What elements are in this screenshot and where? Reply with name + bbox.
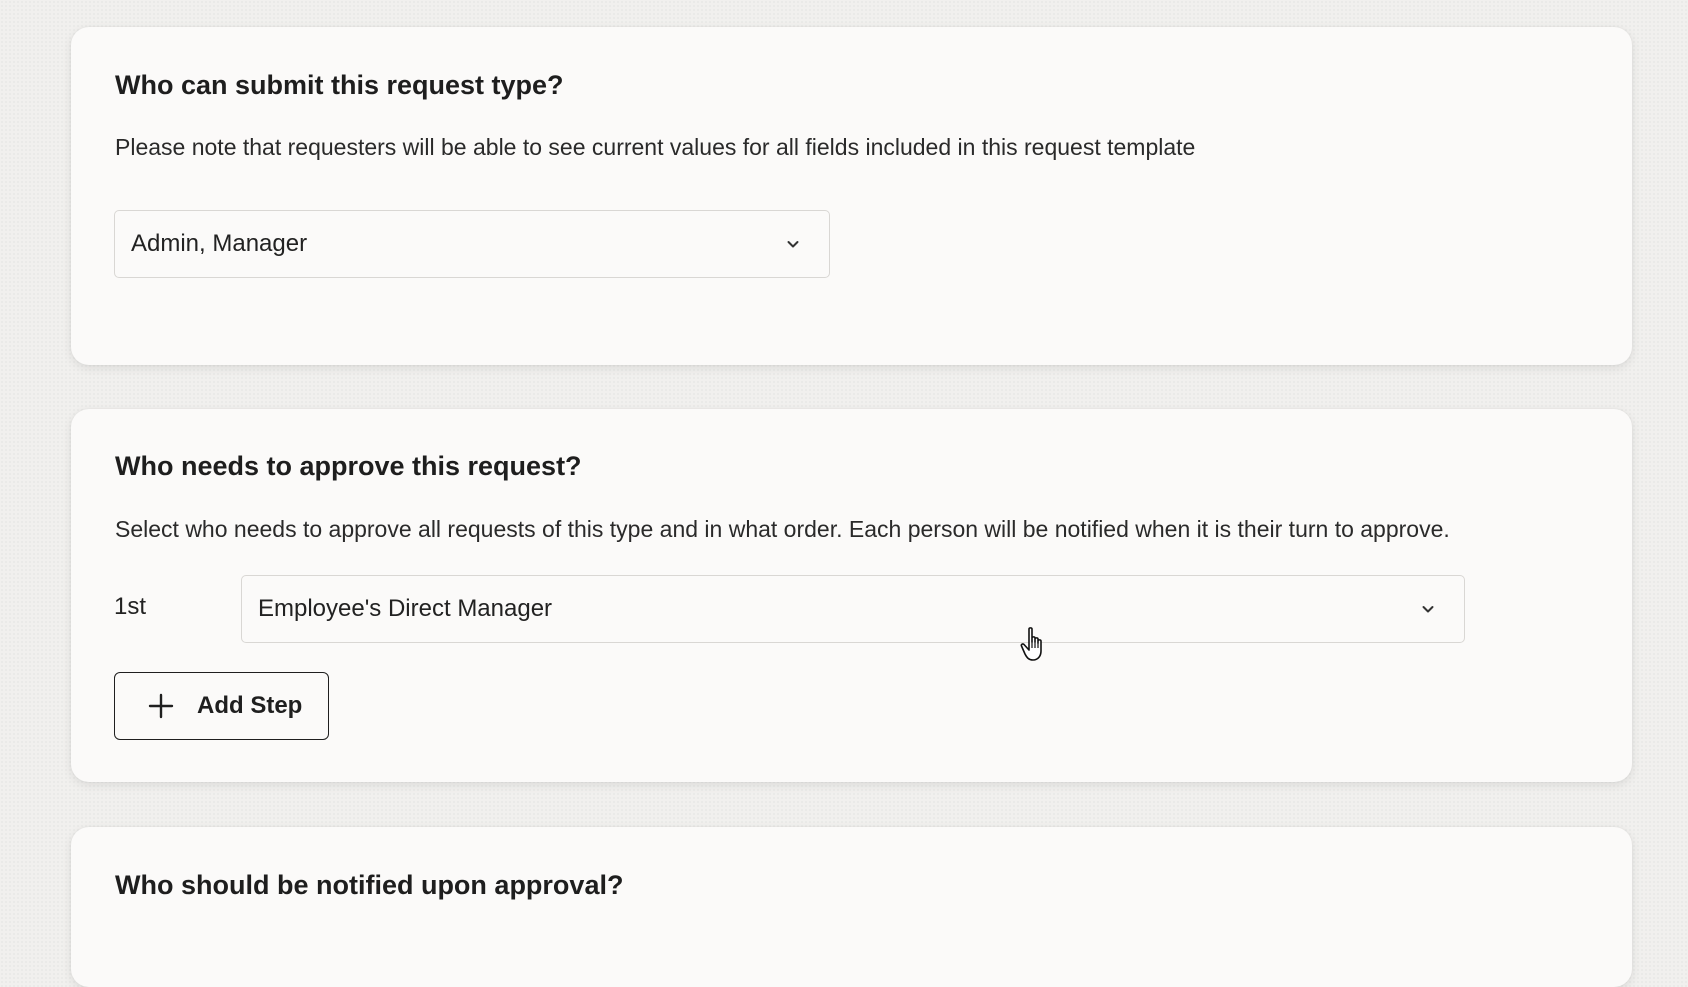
approval-step-approver-select[interactable]: Employee's Direct Manager bbox=[241, 575, 1465, 643]
chevron-down-icon bbox=[1422, 606, 1434, 613]
notify-section-title: Who should be notified upon approval? bbox=[115, 870, 624, 900]
approve-section-description: Select who needs to approve all requests… bbox=[115, 516, 1450, 542]
requester-roles-value: Admin, Manager bbox=[131, 230, 308, 257]
approval-step-approver-value: Employee's Direct Manager bbox=[258, 595, 553, 622]
approve-section-title: Who needs to approve this request? bbox=[115, 451, 582, 481]
submit-section-title: Who can submit this request type? bbox=[115, 70, 564, 100]
add-step-button[interactable]: Add Step bbox=[114, 672, 329, 740]
approval-chain-card: Who needs to approve this request? Selec… bbox=[71, 409, 1632, 782]
submit-section-description: Please note that requesters will be able… bbox=[115, 134, 1196, 160]
plus-icon bbox=[148, 693, 174, 719]
approval-step-order-label: 1st bbox=[114, 593, 147, 620]
requester-roles-select[interactable]: Admin, Manager bbox=[114, 210, 830, 278]
notification-card: Who should be notified upon approval? bbox=[71, 827, 1632, 987]
submit-permissions-card: Who can submit this request type? Please… bbox=[71, 27, 1632, 365]
add-step-label: Add Step bbox=[197, 692, 303, 719]
chevron-down-icon bbox=[787, 241, 799, 248]
